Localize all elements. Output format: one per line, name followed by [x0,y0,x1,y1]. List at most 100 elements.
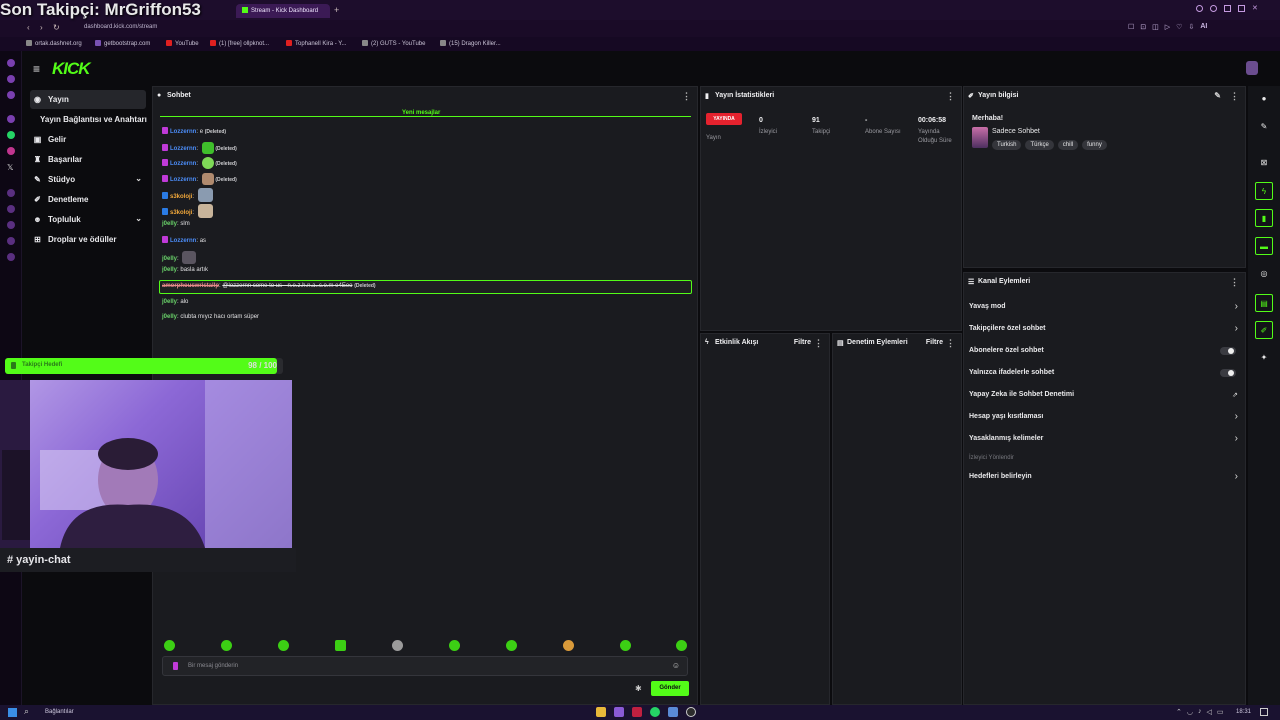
volume-icon[interactable]: ◁ [1206,708,1211,716]
close-icon[interactable]: ✕ [1252,5,1259,12]
chat-username[interactable]: Lozzernn [170,177,196,183]
maximize-icon[interactable] [1238,5,1245,12]
obs-icon[interactable] [686,707,696,717]
emotes-only-toggle[interactable] [1220,369,1236,377]
bookmark-item[interactable]: YouTube [166,40,199,47]
sidebar-app-icon[interactable] [7,75,15,83]
network-icon[interactable]: ◡ [1187,708,1193,716]
wallet-icon[interactable]: ◫ [1152,23,1159,31]
wrench-toggle-icon[interactable]: ✐ [1255,321,1273,339]
emote-quick-button[interactable] [392,640,403,651]
action-ai-moderation[interactable]: Yapay Zeka ile Sohbet Denetimi ⇗ [968,385,1242,407]
chat-username[interactable]: s3koloji [170,210,192,216]
notification-icon[interactable] [1260,708,1268,716]
kick-logo[interactable]: KICK [52,59,91,79]
battery-icon[interactable]: ▭ [1217,708,1224,716]
download-icon[interactable]: ⇩ [1188,23,1194,31]
windows-start-icon[interactable] [8,708,17,717]
chat-username[interactable]: j0elly [162,314,177,320]
chevron-up-icon[interactable]: ⌃ [1176,708,1182,716]
taskbar-search-text[interactable]: Bağlantılar [45,709,74,715]
puzzle-icon[interactable]: ✦ [1255,349,1273,367]
chat-username[interactable]: j0elly [162,267,177,273]
chat-settings-gear-icon[interactable]: ✱ [635,684,642,693]
bookmark-item[interactable]: (1) [free] ollpknot... [210,40,269,47]
nav-item-droplar[interactable]: ⊞ Droplar ve ödüller [30,230,146,249]
emote-quick-button[interactable] [506,640,517,651]
bookmark-item[interactable]: Tophanell Kira - Y... [286,40,346,47]
file-explorer-icon[interactable] [596,707,606,717]
nav-item-gelir[interactable]: ▣ Gelir [30,130,146,149]
back-icon[interactable]: ‹ [27,23,30,32]
avatar[interactable] [1246,61,1258,75]
chat-username[interactable]: Lozzernn [170,161,196,167]
emote-quick-button[interactable] [278,640,289,651]
minimize-icon[interactable] [1224,5,1231,12]
browser-icon[interactable] [614,707,624,717]
emote-quick-button[interactable] [221,640,232,651]
bookmark-icon[interactable]: ☐ [1128,23,1134,31]
ai-button[interactable]: AI [1200,23,1207,31]
nav-item-topluluk[interactable]: ☻ Topluluk ⌄ [30,210,146,229]
sidebar-app-icon[interactable] [7,91,15,99]
emote-quick-button[interactable] [563,640,574,651]
modlog-toggle-icon[interactable]: ▤ [1255,294,1273,312]
downloads-icon[interactable] [7,205,15,213]
instagram-icon[interactable] [7,147,15,155]
emote-quick-button[interactable] [620,640,631,651]
action-slow-mode[interactable]: Yavaş mod › [968,297,1242,319]
new-tab-button[interactable]: + [334,5,339,15]
whatsapp-icon[interactable] [650,707,660,717]
edit-pencil-icon[interactable]: ✎ [1214,91,1221,100]
bookmark-item[interactable]: (15) Dragon Killer... [440,40,501,47]
edit-icon[interactable]: ✎ [1255,118,1273,136]
stats-toggle-icon[interactable]: ▮ [1255,209,1273,227]
chat-toggle-icon[interactable]: ▬ [1255,237,1273,255]
mic-icon[interactable]: ♪ [1198,708,1202,716]
more-options-icon[interactable]: ⋮ [946,338,955,349]
screenshot-icon[interactable]: ⊡ [1140,23,1146,31]
chat-username[interactable]: Lozzernn [170,238,196,244]
history-icon[interactable] [7,189,15,197]
subscribers-only-toggle[interactable] [1220,347,1236,355]
activity-filter-button[interactable]: Filtre [794,339,811,346]
settings-icon[interactable] [7,221,15,229]
tab-kick-dashboard[interactable]: Stream - Kick Dashboard [236,4,330,18]
url-field[interactable]: dashboard.kick.com/stream [84,24,157,30]
messenger-icon[interactable] [7,115,15,123]
player-icon[interactable] [7,253,15,261]
app-icon[interactable] [668,707,678,717]
more-options-icon[interactable]: ⋮ [946,91,955,102]
play-icon[interactable]: ▷ [1165,23,1170,31]
tag[interactable]: Turkish [992,140,1022,150]
chat-username[interactable]: j0elly [162,221,177,227]
nav-item-studyo[interactable]: ✎ Stüdyo ⌄ [30,170,146,189]
action-account-age[interactable]: Hesap yaşı kısıtlaması › [968,407,1242,429]
action-followers-only[interactable]: Takipçilere özel sohbet › [968,319,1242,341]
forward-icon[interactable]: › [40,23,43,32]
bookmark-item[interactable]: getbootstrap.com [95,40,150,47]
opera-icon[interactable] [632,707,642,717]
search-icon[interactable]: ⌕ [24,706,29,717]
emote-quick-button[interactable] [335,640,346,651]
action-banned-words[interactable]: Yasaklanmış kelimeler › [968,429,1242,451]
nav-item-basarilar[interactable]: ♜ Başarılar [30,150,146,169]
emoji-picker-icon[interactable]: ☺ [672,661,680,670]
chat-username[interactable]: amorphouswristallp [162,283,219,289]
chat-username[interactable]: s3koloji [170,194,192,200]
emote-quick-button[interactable] [449,640,460,651]
tag[interactable]: funny [1082,140,1107,150]
modlog-filter-button[interactable]: Filtre [926,339,943,346]
more-options-icon[interactable]: ⋮ [1230,277,1239,288]
profile-icon[interactable] [1210,5,1217,12]
sidebar-app-icon[interactable] [7,59,15,67]
more-options-icon[interactable]: ⋮ [1230,91,1239,102]
nav-item-stream-key[interactable]: Yayın Bağlantısı ve Anahtarı [30,110,147,129]
info-icon[interactable]: ● [1255,90,1273,108]
more-icon[interactable] [7,237,15,245]
stream-category[interactable]: Sadece Sohbet [992,128,1040,135]
send-button[interactable]: Gönder [651,681,689,696]
action-set-goals[interactable]: Hedefleri belirleyin › [968,467,1242,489]
whatsapp-icon[interactable] [7,131,15,139]
tag[interactable]: chill [1057,140,1079,150]
